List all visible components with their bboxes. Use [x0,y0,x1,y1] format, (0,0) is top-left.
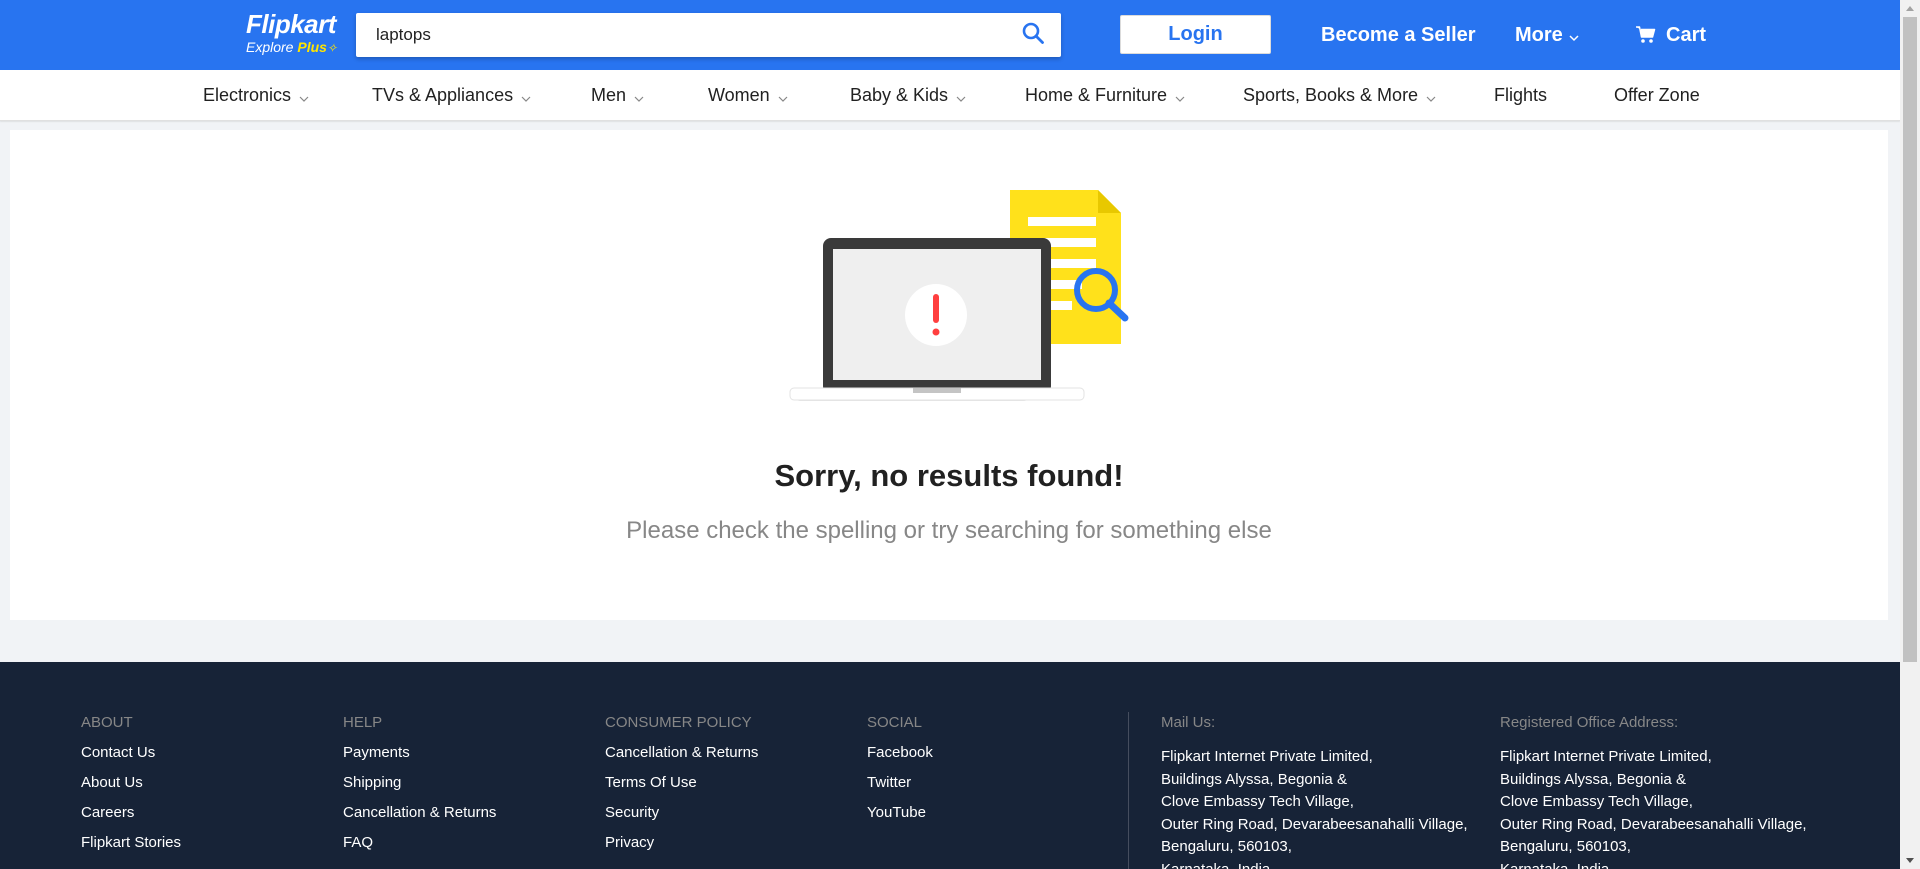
logo-tagline-plus: Plus [297,39,327,55]
address-line: Karnataka, India [1161,860,1271,869]
footer-policy-column: CONSUMER POLICY Cancellation & Returns T… [605,714,758,864]
scroll-up-icon[interactable] [1900,0,1920,17]
category-label: TVs & Appliances [372,85,514,105]
chevron-down-icon [956,84,966,108]
footer: ABOUT Contact Us About Us Careers Flipka… [0,662,1900,869]
category-women[interactable]: Women [708,83,788,108]
chevron-down-icon [778,84,788,108]
chevron-down-icon [299,84,309,108]
chevron-down-icon [1569,21,1579,51]
footer-address-heading: Registered Office Address: [1500,714,1679,731]
search-bar [356,13,1061,57]
no-results-subtitle: Please check the spelling or try searchi… [626,517,1272,544]
footer-link[interactable]: Security [605,804,758,822]
flipkart-logo[interactable]: Flipkart Explore Plus✧ [246,10,346,58]
cart-icon [1636,26,1656,44]
footer-link[interactable]: Payments [343,744,496,762]
no-results-card: Sorry, no results found! Please check th… [10,130,1888,620]
footer-link[interactable]: Shipping [343,774,496,792]
chevron-down-icon [1175,84,1185,108]
footer-link[interactable]: About Us [81,774,181,792]
category-label: Baby & Kids [850,85,949,105]
footer-heading: ABOUT [81,714,133,731]
footer-link[interactable]: FAQ [343,834,496,852]
no-results-illustration [780,190,1150,410]
footer-heading: SOCIAL [867,714,923,731]
footer-link[interactable]: YouTube [867,804,933,822]
logo-wordmark: Flipkart [246,9,336,39]
footer-link[interactable]: Terms Of Use [605,774,758,792]
chevron-down-icon [1426,84,1436,108]
address-line: Flipkart Internet Private Limited, [1161,748,1373,765]
category-bar: Electronics TVs & Appliances Men Women B… [0,70,1900,121]
plus-star-icon: ✧ [326,41,337,55]
category-label: Home & Furniture [1025,85,1168,105]
category-sports-books-more[interactable]: Sports, Books & More [1243,83,1436,108]
category-flights[interactable]: Flights [1494,83,1547,107]
scroll-down-icon[interactable] [1900,852,1920,869]
address-line: Bengaluru, 560103, [1161,838,1292,855]
category-baby-kids[interactable]: Baby & Kids [850,83,966,108]
category-label: Sports, Books & More [1243,85,1419,105]
logo-tagline-prefix: Explore [246,39,298,55]
footer-mail-address: Mail Us: Flipkart Internet Private Limit… [1161,714,1468,869]
footer-link[interactable]: Cancellation & Returns [605,744,758,762]
category-offer-zone[interactable]: Offer Zone [1614,83,1700,107]
category-label: Men [591,85,627,105]
footer-social-column: SOCIAL Facebook Twitter YouTube [867,714,933,834]
footer-help-column: HELP Payments Shipping Cancellation & Re… [343,714,496,864]
category-label: Electronics [203,85,292,105]
address-line: Clove Embassy Tech Village, [1500,793,1693,810]
chevron-down-icon [521,84,531,108]
more-label: More [1515,24,1563,46]
footer-divider [1128,712,1129,869]
footer-about-column: ABOUT Contact Us About Us Careers Flipka… [81,714,181,864]
category-electronics[interactable]: Electronics [203,83,309,108]
category-home-furniture[interactable]: Home & Furniture [1025,83,1185,108]
address-line: Clove Embassy Tech Village, [1161,793,1354,810]
address-line: Outer Ring Road, Devarabeesanahalli Vill… [1500,815,1807,833]
category-label: Flights [1494,85,1548,105]
become-seller-link[interactable]: Become a Seller [1321,20,1476,50]
footer-office-address: Registered Office Address: Flipkart Inte… [1500,714,1807,869]
category-label: Offer Zone [1614,85,1700,105]
footer-link[interactable]: Careers [81,804,181,822]
footer-heading: HELP [343,714,383,731]
address-line: Outer Ring Road, Devarabeesanahalli Vill… [1161,815,1468,833]
chevron-down-icon [634,84,644,108]
category-label: Women [708,85,770,105]
search-input[interactable] [356,13,996,57]
address-line: Bengaluru, 560103, [1500,838,1631,855]
cart-label: Cart [1666,24,1707,46]
no-results-title: Sorry, no results found! [774,458,1124,493]
more-menu[interactable]: More [1515,20,1579,51]
footer-heading: CONSUMER POLICY [605,714,752,731]
search-button[interactable] [1005,13,1061,57]
footer-link[interactable]: Twitter [867,774,933,792]
footer-link[interactable]: Cancellation & Returns [343,804,496,822]
page-scrollbar[interactable] [1900,0,1920,869]
address-line: Buildings Alyssa, Begonia & [1500,770,1686,788]
category-men[interactable]: Men [591,83,644,108]
footer-link[interactable]: Facebook [867,744,933,762]
cart-link[interactable]: Cart [1636,20,1706,50]
footer-link[interactable]: Privacy [605,834,758,852]
search-icon [1022,22,1044,49]
header: Flipkart Explore Plus✧ Login Become a Se… [0,0,1900,70]
address-line: Buildings Alyssa, Begonia & [1161,770,1347,788]
login-button[interactable]: Login [1120,15,1271,54]
scrollbar-thumb[interactable] [1903,17,1917,662]
logo-tagline: Explore Plus✧ [246,39,346,56]
address-line: Flipkart Internet Private Limited, [1500,748,1712,765]
category-tvs-appliances[interactable]: TVs & Appliances [372,83,531,108]
address-line: Karnataka, India [1500,860,1610,869]
footer-link[interactable]: Flipkart Stories [81,834,181,852]
footer-link[interactable]: Contact Us [81,744,181,762]
footer-address-heading: Mail Us: [1161,714,1216,731]
